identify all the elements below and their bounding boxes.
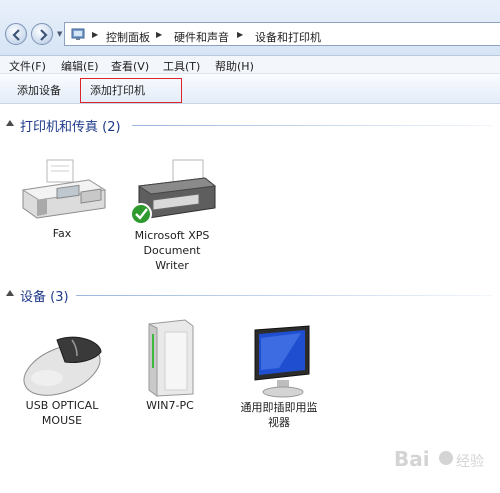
breadcrumb-devices-printers[interactable]: 设备和打印机 bbox=[255, 29, 321, 45]
device-label: Fax bbox=[52, 227, 72, 240]
forward-button[interactable] bbox=[31, 23, 53, 45]
group-title: 打印机和传真 (2) bbox=[20, 120, 121, 135]
device-label-line: Microsoft XPS bbox=[134, 229, 210, 242]
menu-bar: 文件(F) 编辑(E) 查看(V) 工具(T) 帮助(H) bbox=[0, 56, 500, 74]
mouse-icon bbox=[23, 336, 102, 396]
svg-text:Bai: Bai bbox=[394, 447, 430, 471]
menu-edit[interactable]: 编辑(E) bbox=[61, 58, 99, 74]
menu-tools[interactable]: 工具(T) bbox=[163, 58, 200, 74]
collapse-triangle-icon[interactable] bbox=[6, 290, 14, 296]
forward-arrow-icon bbox=[40, 29, 48, 41]
group-title: 设备 (3) bbox=[20, 290, 69, 305]
device-label-line: Document bbox=[143, 244, 201, 257]
device-pnp-monitor[interactable]: 通用即插即用监 视器 bbox=[226, 324, 332, 430]
address-bar: ▼ ▶ 控制面板 ▶ 硬件和声音 ▶ 设备和打印机 bbox=[0, 0, 500, 56]
default-check-icon bbox=[130, 203, 152, 225]
fax-icon bbox=[21, 159, 107, 219]
path-box[interactable]: ▶ 控制面板 ▶ 硬件和声音 ▶ 设备和打印机 bbox=[64, 22, 500, 46]
add-printer-highlight bbox=[80, 78, 182, 103]
collapse-triangle-icon[interactable] bbox=[6, 120, 14, 126]
breadcrumb-control-panel[interactable]: 控制面板 bbox=[106, 29, 150, 45]
breadcrumb-hardware-sound[interactable]: 硬件和声音 bbox=[174, 29, 229, 45]
chevron-right-icon[interactable]: ▶ bbox=[156, 30, 162, 39]
recent-pages-dropdown[interactable]: ▼ bbox=[57, 30, 62, 38]
device-usb-mouse[interactable]: USB OPTICAL MOUSE bbox=[12, 330, 112, 428]
computer-tower-icon bbox=[148, 319, 194, 397]
device-label-line: Writer bbox=[155, 259, 189, 272]
device-label-line: USB OPTICAL bbox=[25, 399, 99, 412]
monitor-icon bbox=[254, 325, 310, 398]
chevron-right-icon[interactable]: ▶ bbox=[92, 30, 98, 39]
group-divider bbox=[132, 125, 492, 126]
baidu-jingyan-watermark-logo: Bai 经验 bbox=[394, 447, 484, 471]
group-divider bbox=[76, 295, 492, 296]
device-win7-pc[interactable]: WIN7-PC bbox=[128, 318, 212, 413]
add-device-button[interactable]: 添加设备 bbox=[17, 82, 61, 98]
printer-icon bbox=[130, 159, 217, 225]
device-fax[interactable]: Fax bbox=[14, 156, 110, 241]
back-button[interactable] bbox=[5, 23, 27, 45]
menu-file[interactable]: 文件(F) bbox=[9, 58, 46, 74]
menu-help[interactable]: 帮助(H) bbox=[215, 58, 254, 74]
device-label-line: 通用即插即用监 bbox=[240, 401, 318, 414]
svg-text:经验: 经验 bbox=[456, 454, 484, 470]
back-arrow-icon bbox=[12, 29, 20, 41]
device-label: WIN7-PC bbox=[146, 399, 194, 412]
device-label-line: MOUSE bbox=[41, 414, 83, 427]
chevron-right-icon[interactable]: ▶ bbox=[237, 30, 243, 39]
menu-view[interactable]: 查看(V) bbox=[111, 58, 149, 74]
command-bar: 添加设备 添加打印机 bbox=[0, 74, 500, 104]
device-label-line: 视器 bbox=[268, 416, 290, 429]
control-panel-icon bbox=[71, 28, 85, 40]
device-xps-writer[interactable]: Microsoft XPS Document Writer bbox=[120, 156, 224, 273]
